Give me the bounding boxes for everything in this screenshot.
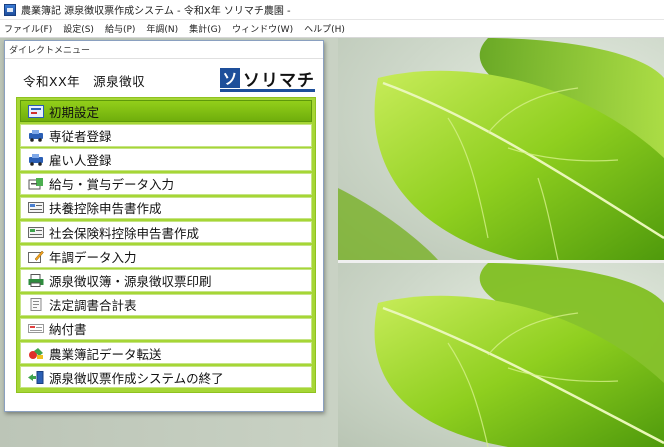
edit-icon [27, 249, 44, 263]
menu-item-payment-slip[interactable]: 納付書 [20, 317, 312, 341]
money-icon [27, 177, 44, 191]
leaf-image-bottom [374, 263, 664, 447]
app-icon [4, 3, 16, 16]
menu-item-label: 法定調書合計表 [49, 298, 137, 314]
menu-totals[interactable]: 集計(G) [189, 22, 221, 35]
menu-item-salary-input[interactable]: 給与・賞与データ入力 [20, 172, 312, 195]
direct-menu-panel: 初期設定 専従者登録 雇い人登録 給与・賞与データ入力 扶養控除申告書作成 社会… [16, 97, 316, 393]
sorimachi-logo: ソ ソリマチ [220, 68, 315, 92]
car-icon [27, 153, 44, 167]
menu-item-label: 給与・賞与データ入力 [49, 177, 175, 193]
wallpaper-tile-top [338, 38, 664, 260]
menu-item-label: 初期設定 [49, 104, 100, 120]
direct-menu-title: ダイレクトメニュー [9, 46, 91, 56]
leaf-image-top [338, 38, 664, 260]
menu-help[interactable]: ヘルプ(H) [304, 22, 345, 35]
menu-item-statutory-summary[interactable]: 法定調書合計表 [20, 293, 312, 316]
exit-icon [27, 370, 44, 384]
menu-item-label: 源泉徴収票作成システムの終了 [49, 370, 224, 386]
menu-item-insurance-form[interactable]: 社会保険料控除申告書作成 [20, 220, 312, 244]
menu-item-label: 年調データ入力 [49, 249, 137, 265]
menu-item-label: 源泉徴収簿・源泉徴収票印刷 [49, 274, 212, 289]
direct-menu-header: 令和XX年 源泉徴収 ソ ソリマチ [15, 65, 315, 95]
menu-item-data-transfer[interactable]: 農業簿記データ転送 [20, 341, 312, 365]
direct-menu-title-bar: ダイレクトメニュー [5, 41, 323, 59]
menu-item-dependent-form[interactable]: 扶養控除申告書作成 [20, 196, 312, 220]
menu-item-exit-system[interactable]: 源泉徴収票作成システムの終了 [20, 366, 312, 389]
settings-icon [27, 104, 44, 118]
menu-item-initial-settings[interactable]: 初期設定 [20, 100, 312, 123]
menu-item-label: 納付書 [49, 322, 87, 338]
title-bar: 農業簿記 源泉徴収票作成システム - 令和X年 ソリマチ農園 - [0, 0, 664, 20]
menu-item-label: 専従者登録 [49, 128, 112, 144]
menu-bar: ファイル(F) 設定(S) 給与(P) 年調(N) 集計(G) ウィンドウ(W)… [0, 20, 664, 38]
menu-item-label: 扶養控除申告書作成 [49, 201, 162, 217]
logo-text: ソリマチ [243, 70, 315, 91]
form-icon [27, 225, 44, 239]
menu-item-employee[interactable]: 雇い人登録 [20, 148, 312, 171]
menu-window[interactable]: ウィンドウ(W) [232, 22, 293, 35]
menu-item-year-end-input[interactable]: 年調データ入力 [20, 245, 312, 268]
car-icon [27, 128, 44, 142]
transfer-icon [27, 346, 44, 360]
menu-file[interactable]: ファイル(F) [4, 22, 52, 35]
menu-item-label: 社会保険料控除申告書作成 [49, 225, 200, 241]
receipt-icon [27, 322, 44, 336]
menu-item-label: 雇い人登録 [49, 153, 112, 169]
direct-menu-window: ダイレクトメニュー 令和XX年 源泉徴収 ソ ソリマチ 初期設定 専従者登録 雇… [4, 40, 324, 412]
menu-payroll[interactable]: 給与(P) [105, 22, 135, 35]
window-title: 農業簿記 源泉徴収票作成システム - 令和X年 ソリマチ農園 - [21, 6, 291, 17]
wallpaper-tile-bottom [338, 263, 664, 447]
menu-item-withholding-print[interactable]: 源泉徴収簿・源泉徴収票印刷 [20, 269, 312, 292]
print-icon [27, 274, 44, 288]
menu-item-label: 農業簿記データ転送 [49, 346, 162, 362]
menu-settings[interactable]: 設定(S) [63, 22, 94, 35]
menu-item-family-employee[interactable]: 専従者登録 [20, 124, 312, 147]
direct-menu-heading: 令和XX年 源泉徴収 [23, 73, 146, 89]
document-icon [27, 298, 44, 312]
menu-year-end[interactable]: 年調(N) [146, 22, 178, 35]
form-icon [27, 201, 44, 215]
logo-mark-icon: ソ [220, 68, 240, 88]
